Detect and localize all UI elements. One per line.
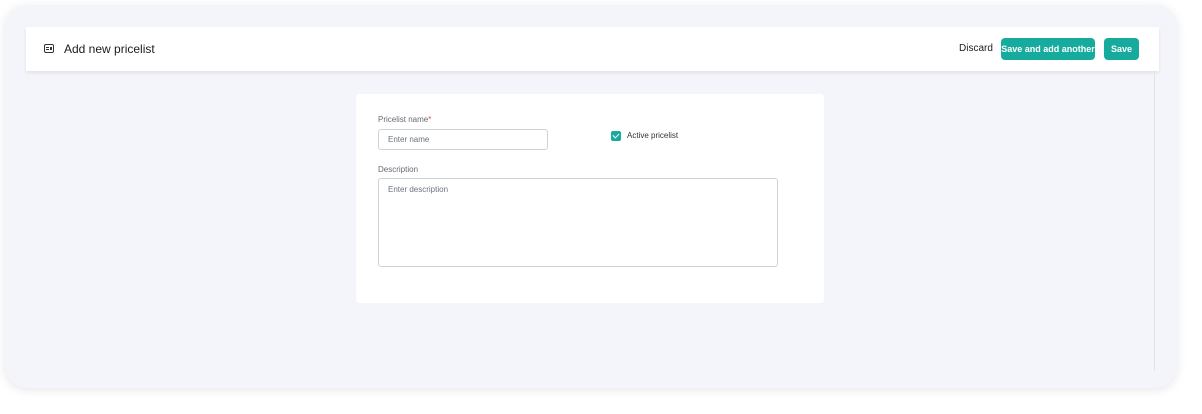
pricelist-icon	[44, 44, 54, 53]
save-and-add-another-button[interactable]: Save and add another	[1001, 38, 1095, 60]
required-mark: *	[428, 115, 432, 124]
pricelist-form-card: Pricelist name* Active pricelist Descrip…	[356, 94, 824, 303]
active-pricelist-label[interactable]: Active pricelist	[627, 130, 678, 141]
save-button[interactable]: Save	[1104, 38, 1139, 60]
app-frame: Add new pricelist Discard Save and add a…	[5, 5, 1177, 388]
description-textarea[interactable]	[378, 178, 778, 267]
divider	[1154, 71, 1155, 371]
discard-button[interactable]: Discard	[951, 38, 1001, 60]
description-label: Description	[378, 165, 419, 174]
active-pricelist-checkbox[interactable]	[611, 131, 621, 141]
pricelist-name-input[interactable]	[378, 129, 548, 150]
page-title: Add new pricelist	[64, 42, 155, 56]
page-header: Add new pricelist Discard Save and add a…	[26, 27, 1159, 71]
pricelist-name-label: Pricelist name*	[378, 115, 431, 125]
pricelist-name-label-text: Pricelist name	[378, 115, 429, 124]
